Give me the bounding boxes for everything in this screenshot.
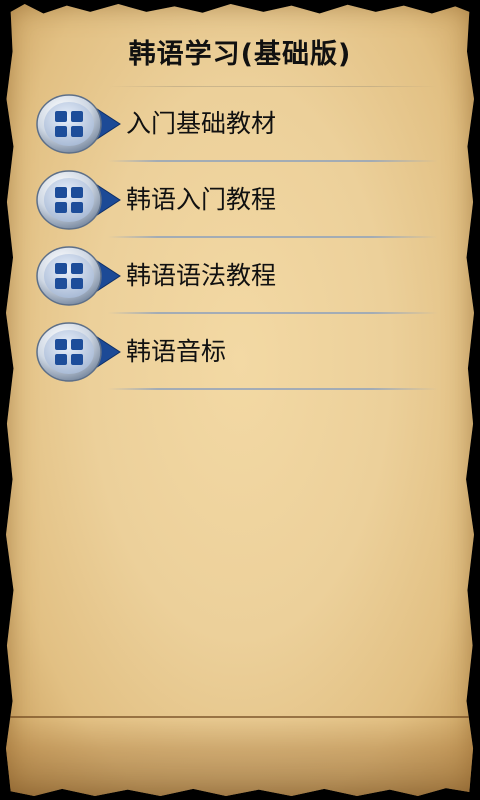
grid-arrow-icon[interactable] <box>36 93 122 155</box>
scroll-bottom-roll <box>6 716 474 796</box>
menu-item-label: 韩语入门教程 <box>126 185 277 214</box>
menu-divider <box>108 388 438 390</box>
menu-item-label: 韩语音标 <box>126 337 227 366</box>
app-screen: 韩语学习(基础版) 入门基础教材 韩语入门教程 韩语语法教程 韩语音标 <box>0 0 480 800</box>
grid-arrow-icon[interactable] <box>36 321 122 383</box>
menu-item-intro-course[interactable]: 韩语入门教程 <box>0 162 480 238</box>
menu-item-basic-textbook[interactable]: 入门基础教材 <box>0 86 480 162</box>
menu-item-phonetics[interactable]: 韩语音标 <box>0 314 480 390</box>
grid-arrow-icon[interactable] <box>36 245 122 307</box>
menu-item-label: 入门基础教材 <box>126 109 277 138</box>
menu-item-label: 韩语语法教程 <box>126 261 277 290</box>
main-menu: 入门基础教材 韩语入门教程 韩语语法教程 韩语音标 <box>0 86 480 390</box>
menu-item-grammar-course[interactable]: 韩语语法教程 <box>0 238 480 314</box>
page-title: 韩语学习(基础版) <box>128 39 352 70</box>
grid-arrow-icon[interactable] <box>36 169 122 231</box>
